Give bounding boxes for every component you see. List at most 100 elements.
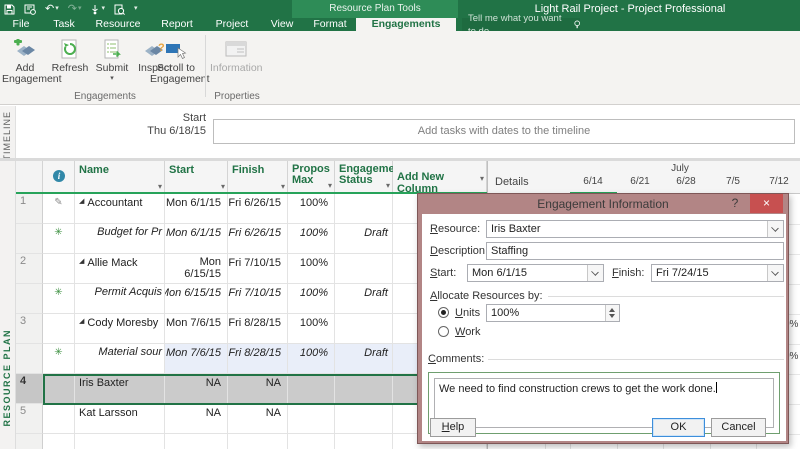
undo-caret-icon[interactable]: ▾: [55, 0, 59, 18]
max-units-cell[interactable]: 100%: [288, 224, 335, 254]
finish-cell[interactable]: Fri 8/28/15: [228, 314, 288, 344]
name-cell[interactable]: Kat Larsson: [75, 404, 165, 434]
finish-cell[interactable]: Fri 6/26/15: [228, 224, 288, 254]
row-number[interactable]: 4: [16, 374, 43, 404]
units-spinner[interactable]: 100%: [486, 304, 620, 322]
status-cell[interactable]: [335, 254, 393, 284]
undo-button[interactable]: ↶ ▾: [45, 0, 59, 18]
submit-button[interactable]: Submit ▾: [92, 33, 132, 99]
collapse-triangle-icon[interactable]: ◢: [79, 257, 84, 267]
row-number[interactable]: 3: [16, 314, 43, 344]
cancel-button[interactable]: Cancel: [711, 418, 766, 437]
status-cell[interactable]: [335, 314, 393, 344]
description-field[interactable]: Staffing: [486, 242, 784, 260]
name-cell[interactable]: ◢Allie Mack: [75, 254, 165, 284]
tab-view[interactable]: View: [266, 18, 298, 31]
indicator-cell[interactable]: ✳: [43, 344, 75, 374]
status-cell[interactable]: [335, 404, 393, 434]
tab-format[interactable]: Format: [308, 18, 352, 31]
indicator-cell[interactable]: ✳: [43, 284, 75, 314]
dropdown-button[interactable]: [767, 221, 783, 237]
status-cell[interactable]: Draft: [335, 224, 393, 254]
customize-qat-icon[interactable]: ▾: [134, 0, 138, 18]
column-header-proposed-max[interactable]: Propos Max ▾: [288, 161, 335, 194]
indicator-cell[interactable]: ✳: [43, 224, 75, 254]
max-units-cell[interactable]: 100%: [288, 194, 335, 224]
column-header-engagement-status[interactable]: Engageme Status ▾: [335, 161, 393, 194]
touch-mode-caret-icon[interactable]: ▾: [101, 0, 105, 18]
tab-resource[interactable]: Resource: [92, 18, 144, 31]
filter-icon[interactable]: ▾: [221, 182, 225, 191]
tab-file[interactable]: File: [6, 18, 36, 31]
submit-dropdown-icon[interactable]: ▾: [92, 74, 132, 82]
start-cell[interactable]: Mon 7/6/15: [165, 314, 228, 344]
ok-button[interactable]: OK: [652, 418, 705, 437]
column-header-start[interactable]: Start ▾: [165, 161, 228, 194]
finish-combobox[interactable]: Fri 7/24/15: [651, 264, 784, 282]
max-units-cell[interactable]: 100%: [288, 344, 335, 374]
start-cell[interactable]: Mon 6/15/15: [165, 284, 228, 314]
select-all-corner[interactable]: [16, 161, 43, 194]
close-icon[interactable]: ×: [750, 194, 783, 213]
tab-task[interactable]: Task: [48, 18, 80, 31]
refresh-button[interactable]: Refresh: [50, 33, 90, 99]
add-engagement-button[interactable]: Add Engagement: [2, 33, 48, 99]
dropdown-button[interactable]: [587, 265, 603, 281]
name-cell[interactable]: Budget for Pr: [75, 224, 165, 254]
finish-cell[interactable]: NA: [228, 374, 288, 404]
start-combobox[interactable]: Mon 6/1/15: [467, 264, 604, 282]
finish-cell[interactable]: Fri 7/10/15: [228, 284, 288, 314]
spinner-buttons[interactable]: [605, 305, 619, 321]
name-cell[interactable]: ◢Cody Moresby: [75, 314, 165, 344]
update-project-icon[interactable]: [24, 4, 36, 15]
spin-down-icon[interactable]: [609, 314, 615, 318]
scroll-to-engagement-button[interactable]: Scroll to Engagement: [150, 33, 202, 99]
filter-icon[interactable]: ▾: [386, 180, 390, 191]
name-cell[interactable]: ◢Accountant: [75, 194, 165, 224]
max-units-cell[interactable]: 100%: [288, 284, 335, 314]
help-button[interactable]: Help: [430, 418, 476, 437]
start-cell[interactable]: NA: [165, 374, 228, 404]
column-header-add-new-column[interactable]: Add New Column ▾: [393, 161, 487, 194]
finish-cell[interactable]: NA: [228, 404, 288, 434]
max-units-cell[interactable]: 100%: [288, 254, 335, 284]
status-cell[interactable]: [335, 374, 393, 404]
max-units-cell[interactable]: [288, 374, 335, 404]
filter-icon[interactable]: ▾: [281, 182, 285, 191]
max-units-cell[interactable]: 100%: [288, 314, 335, 344]
timeline-pane-strip[interactable]: TIMELINE: [0, 106, 16, 158]
tab-engagements[interactable]: Engagements: [356, 18, 456, 31]
status-cell[interactable]: Draft: [335, 284, 393, 314]
name-cell[interactable]: Iris Baxter: [75, 374, 165, 404]
start-cell[interactable]: Mon 7/6/15: [165, 344, 228, 374]
dropdown-button[interactable]: [767, 265, 783, 281]
start-cell[interactable]: NA: [165, 404, 228, 434]
tab-report[interactable]: Report: [156, 18, 198, 31]
resource-combobox[interactable]: Iris Baxter: [486, 220, 784, 238]
units-label[interactable]: Units: [455, 307, 480, 319]
indicator-cell[interactable]: ✎: [43, 194, 75, 224]
indicator-column-header[interactable]: i: [43, 161, 75, 194]
status-cell[interactable]: Draft: [335, 344, 393, 374]
touch-mode-button[interactable]: ▾: [90, 0, 105, 18]
start-cell[interactable]: Mon 6/15/15: [165, 254, 228, 284]
units-radio[interactable]: [438, 307, 449, 318]
print-preview-icon[interactable]: [114, 4, 125, 15]
filter-icon[interactable]: ▾: [328, 180, 332, 191]
timeline-bar[interactable]: Add tasks with dates to the timeline: [213, 119, 795, 144]
save-icon[interactable]: [4, 4, 15, 15]
start-cell[interactable]: Mon 6/1/15: [165, 224, 228, 254]
filter-icon[interactable]: ▾: [480, 174, 484, 183]
spin-up-icon[interactable]: [609, 308, 615, 312]
work-radio[interactable]: [438, 326, 449, 337]
max-units-cell[interactable]: [288, 404, 335, 434]
finish-cell[interactable]: Fri 8/28/15: [228, 344, 288, 374]
collapse-triangle-icon[interactable]: ◢: [79, 317, 84, 327]
start-cell[interactable]: Mon 6/1/15: [165, 194, 228, 224]
work-label[interactable]: Work: [455, 326, 480, 338]
row-number[interactable]: 2: [16, 254, 43, 284]
collapse-triangle-icon[interactable]: ◢: [79, 197, 84, 207]
dialog-help-icon[interactable]: ?: [726, 194, 744, 213]
name-cell[interactable]: Permit Acquis: [75, 284, 165, 314]
row-number[interactable]: 5: [16, 404, 43, 434]
